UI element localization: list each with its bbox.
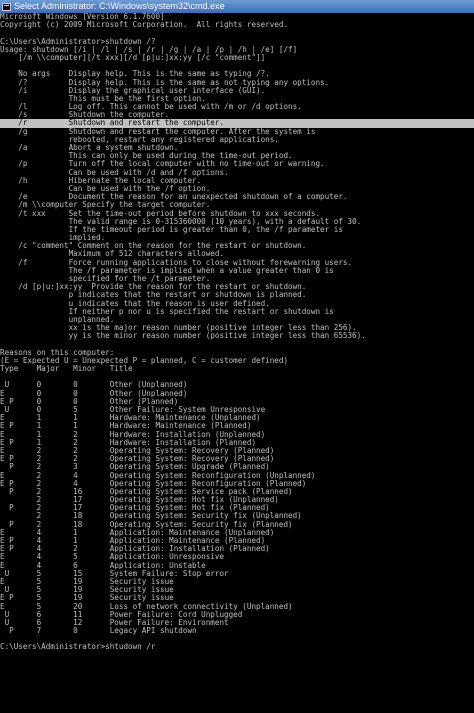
console-line: Copyright (c) 2009 Microsoft Corporation… — [0, 20, 289, 30]
console-line: [/m \\computer][/t xxx][/d [p|u:]xx:yy [… — [0, 52, 266, 62]
cmd-window: Select Administrator: C:\Windows\system3… — [0, 0, 474, 713]
console-output[interactable]: Microsoft Windows [Version 6.1.7600] Copy… — [0, 13, 474, 713]
console-line: yy is the minor reason number (positive … — [0, 331, 366, 341]
window-title: Select Administrator: C:\Windows\system3… — [14, 1, 225, 11]
cmd-icon — [2, 2, 11, 11]
console-line: P 7 0 Legacy API shutdown — [0, 626, 197, 636]
title-bar[interactable]: Select Administrator: C:\Windows\system3… — [0, 0, 474, 13]
console-line: C:\Users\Administrator>shtudown /r — [0, 642, 156, 652]
console-line: Type Major Minor Title — [0, 364, 133, 374]
